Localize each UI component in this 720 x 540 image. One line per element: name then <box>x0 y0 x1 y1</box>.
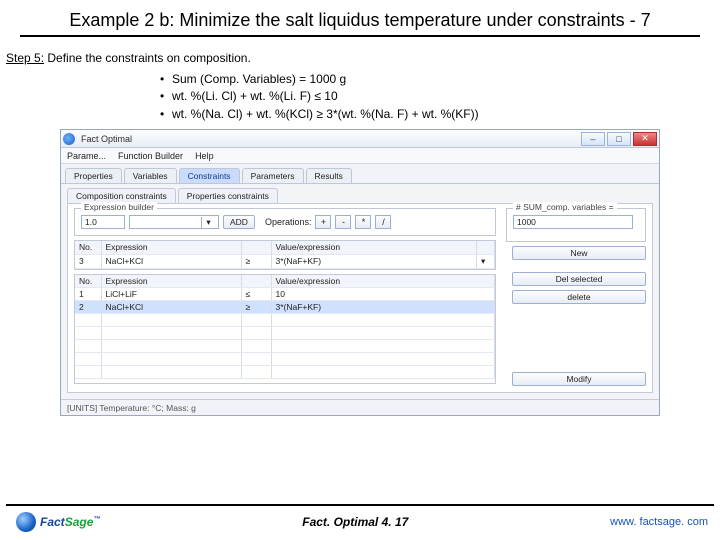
table-row <box>75 327 495 340</box>
sum-value-input[interactable]: 1000 <box>513 215 633 229</box>
bullet-list: •Sum (Comp. Variables) = 1000 g •wt. %(L… <box>160 71 720 123</box>
step-label: Step 5: <box>6 51 44 65</box>
op-plus[interactable]: + <box>315 215 331 229</box>
g2-h-val: Value/expression <box>271 275 495 288</box>
constraints-pane: Expression builder 1.0 ▾ ADD Operations:… <box>67 203 653 393</box>
window-title: Fact Optimal <box>81 134 581 144</box>
table-row: 2 NaCl+KCl ≥ 3*(NaF+KF) <box>75 301 495 314</box>
bullet-3: wt. %(Na. Cl) + wt. %(KCl) ≥ 3*(wt. %(Na… <box>172 107 479 121</box>
footer-url: www. factsage. com <box>610 516 708 528</box>
table-row: 3 NaCl+KCl ≥ 3*(NaF+KF) ▾ <box>75 254 495 268</box>
sum-legend: # SUM_comp. variables = <box>513 202 617 212</box>
op-minus[interactable]: - <box>335 215 351 229</box>
modify-button[interactable]: Modify <box>512 372 646 386</box>
bullet-1: Sum (Comp. Variables) = 1000 g <box>172 72 346 86</box>
table-row <box>75 314 495 327</box>
titlebar: Fact Optimal – □ ✕ <box>61 130 659 148</box>
del-selected-button[interactable]: Del selected <box>512 272 646 286</box>
op-div[interactable]: / <box>375 215 391 229</box>
close-button[interactable]: ✕ <box>633 132 657 146</box>
table-row <box>75 366 495 379</box>
maximize-button[interactable]: □ <box>607 132 631 146</box>
variable-select[interactable]: ▾ <box>129 215 219 229</box>
g2-h-expr: Expression <box>101 275 241 288</box>
op-mul[interactable]: * <box>355 215 371 229</box>
status-bar: [UNITS] Temperature: °C; Mass: g <box>61 399 659 415</box>
tm-mark: ™ <box>93 516 100 523</box>
logo-ball-icon <box>16 512 36 532</box>
tab-parameters[interactable]: Parameters <box>242 168 304 183</box>
tab-results[interactable]: Results <box>306 168 352 183</box>
tab-properties[interactable]: Properties <box>65 168 122 183</box>
g2-h-rel <box>241 275 271 288</box>
table-row <box>75 353 495 366</box>
app-window: Fact Optimal – □ ✕ Parame... Function Bu… <box>60 129 660 416</box>
coefficient-input[interactable]: 1.0 <box>81 215 125 229</box>
tab-constraints[interactable]: Constraints <box>179 168 240 183</box>
g1-h-val: Value/expression <box>271 241 477 254</box>
slide-footer: FactSage™ Fact. Optimal 4. 17 www. facts… <box>6 504 714 532</box>
g1-h-no: No. <box>75 241 101 254</box>
status-text: [UNITS] Temperature: °C; Mass: g <box>67 403 196 413</box>
constraints-list-grid[interactable]: No. Expression Value/expression 1 LiCl+L… <box>74 274 496 384</box>
subtab-composition[interactable]: Composition constraints <box>67 188 176 203</box>
footer-center: Fact. Optimal 4. 17 <box>302 515 408 529</box>
app-icon <box>63 133 75 145</box>
new-button[interactable]: New <box>512 246 646 260</box>
sum-fieldset: # SUM_comp. variables = 1000 <box>506 208 646 242</box>
g1-h-rel <box>241 241 271 254</box>
delete-button[interactable]: delete <box>512 290 646 304</box>
g1-h-expr: Expression <box>101 241 241 254</box>
main-tabs: Properties Variables Constraints Paramet… <box>61 164 659 184</box>
table-row <box>75 340 495 353</box>
brand-fact: Fact <box>40 515 65 529</box>
brand-sage: Sage <box>65 515 94 529</box>
g2-h-no: No. <box>75 275 101 288</box>
brand-logo: FactSage™ <box>16 512 100 532</box>
menubar: Parame... Function Builder Help <box>61 148 659 164</box>
add-button[interactable]: ADD <box>223 215 255 229</box>
slide-title: Example 2 b: Minimize the salt liquidus … <box>20 0 700 37</box>
menu-help[interactable]: Help <box>195 151 214 161</box>
minimize-button[interactable]: – <box>581 132 605 146</box>
operations-label: Operations: <box>265 217 312 227</box>
step-line: Step 5: Define the constraints on compos… <box>6 51 714 65</box>
expression-builder-legend: Expression builder <box>81 202 157 212</box>
menu-parameters[interactable]: Parame... <box>67 151 106 161</box>
bullet-2: wt. %(Li. Cl) + wt. %(Li. F) ≤ 10 <box>172 89 338 103</box>
menu-function-builder[interactable]: Function Builder <box>118 151 183 161</box>
expression-builder-fieldset: Expression builder 1.0 ▾ ADD Operations:… <box>74 208 496 236</box>
subtab-properties[interactable]: Properties constraints <box>178 188 278 203</box>
step-text: Define the constraints on composition. <box>44 51 251 65</box>
g1-h-end <box>477 241 495 254</box>
current-expression-grid[interactable]: No. Expression Value/expression 3 NaCl+K… <box>74 240 496 270</box>
table-row: 1 LiCl+LiF ≤ 10 <box>75 288 495 301</box>
tab-variables[interactable]: Variables <box>124 168 177 183</box>
sub-tabs: Composition constraints Properties const… <box>61 184 659 203</box>
